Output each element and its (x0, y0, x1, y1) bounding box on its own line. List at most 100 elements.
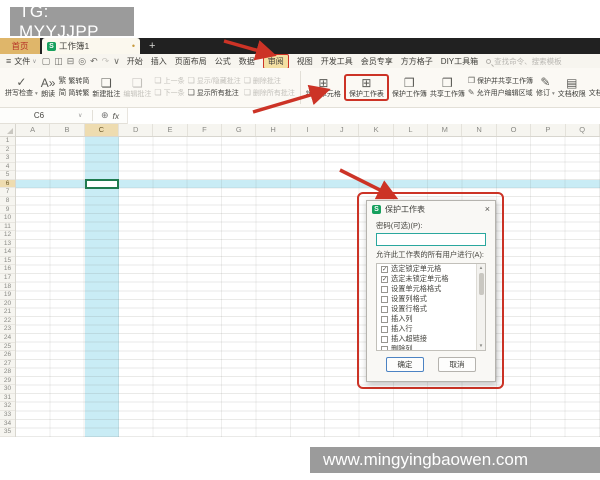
selected-cell-c6[interactable] (85, 179, 119, 189)
row-header-24[interactable]: 24 (0, 334, 15, 343)
简转繁-button[interactable]: 简简转繁 (58, 89, 89, 97)
修订-button[interactable]: ✎修订 ▾ (536, 76, 555, 98)
row-header-8[interactable]: 8 (0, 197, 15, 206)
row-header-35[interactable]: 35 (0, 428, 15, 437)
menu-item-公式[interactable]: 公式 (215, 56, 231, 67)
permission-option[interactable]: 插入行 (377, 324, 485, 334)
row-header-27[interactable]: 27 (0, 360, 15, 369)
password-input[interactable] (376, 233, 486, 246)
row-header-21[interactable]: 21 (0, 308, 15, 317)
checkbox-icon[interactable] (381, 286, 388, 293)
删除所有批注-button[interactable]: ❏删除所有批注 (244, 89, 295, 97)
row-header-29[interactable]: 29 (0, 377, 15, 386)
new-tab-button[interactable]: + (149, 40, 155, 54)
row-header-19[interactable]: 19 (0, 291, 15, 300)
保护并共享工作簿-button[interactable]: ❒保护并共享工作簿 (468, 77, 533, 85)
column-header-D[interactable]: D (119, 124, 153, 136)
row-header-17[interactable]: 17 (0, 274, 15, 283)
ok-button[interactable]: 确定 (386, 357, 424, 372)
column-header-E[interactable]: E (153, 124, 187, 136)
row-header-28[interactable]: 28 (0, 368, 15, 377)
menu-item-数据[interactable]: 数据 (239, 56, 255, 67)
column-header-A[interactable]: A (16, 124, 50, 136)
row-header-3[interactable]: 3 (0, 154, 15, 163)
checkbox-icon[interactable] (381, 306, 388, 313)
print-icon[interactable]: ⊟ (67, 56, 75, 67)
menu-item-视图[interactable]: 视图 (297, 56, 313, 67)
row-header-32[interactable]: 32 (0, 402, 15, 411)
row-header-7[interactable]: 7 (0, 188, 15, 197)
文档定稿-button[interactable]: ☑文档定稿 ▾ (589, 76, 600, 98)
column-header-N[interactable]: N (462, 124, 496, 136)
row-header-22[interactable]: 22 (0, 317, 15, 326)
menu-item-DIY工具箱[interactable]: DIY工具箱 (441, 56, 478, 67)
permission-option[interactable]: 设置行格式 (377, 304, 485, 314)
row-header-20[interactable]: 20 (0, 300, 15, 309)
scroll-down-icon[interactable]: ▼ (477, 342, 485, 350)
menu-item-审阅[interactable]: 审阅 (263, 54, 289, 69)
column-header-I[interactable]: I (291, 124, 325, 136)
新建批注-button[interactable]: ❏新建批注 (92, 77, 120, 98)
permission-option[interactable]: 设置列格式 (377, 294, 485, 304)
permissions-listbox[interactable]: ✓选定锁定单元格✓选定未锁定单元格设置单元格格式设置列格式设置行格式插入列插入行… (376, 263, 486, 351)
checkbox-icon[interactable] (381, 336, 388, 343)
row-header-33[interactable]: 33 (0, 411, 15, 420)
column-header-P[interactable]: P (531, 124, 565, 136)
checkbox-icon[interactable] (381, 346, 388, 352)
scrollbar-thumb[interactable] (479, 273, 484, 295)
保护工作簿-button[interactable]: ❒保护工作簿 (392, 77, 427, 98)
column-header-K[interactable]: K (359, 124, 393, 136)
row-header-11[interactable]: 11 (0, 223, 15, 232)
permission-option[interactable]: 设置单元格格式 (377, 284, 485, 294)
文档权限-button[interactable]: ▤文档权限 (558, 77, 586, 98)
checkbox-checked-icon[interactable]: ✓ (381, 266, 388, 273)
home-tab[interactable]: 首页 (0, 38, 40, 54)
dialog-title-bar[interactable]: S 保护工作表 × (367, 201, 495, 217)
显示所有批注-button[interactable]: ❏显示所有批注 (188, 89, 241, 97)
column-header-Q[interactable]: Q (566, 124, 600, 136)
name-box-caret-icon[interactable]: ∨ (78, 112, 92, 119)
row-header-31[interactable]: 31 (0, 394, 15, 403)
编辑批注-button[interactable]: ❏编辑批注 (123, 77, 151, 98)
row-header-30[interactable]: 30 (0, 385, 15, 394)
row-header-1[interactable]: 1 (0, 137, 15, 146)
permission-option[interactable]: 插入列 (377, 314, 485, 324)
close-icon[interactable]: × (485, 205, 490, 214)
拼写检查-button[interactable]: ✓拼写检查 ▾ (5, 76, 38, 98)
row-header-15[interactable]: 15 (0, 257, 15, 266)
row-header-9[interactable]: 9 (0, 206, 15, 215)
output-icon[interactable]: ◫ (54, 56, 63, 67)
menu-item-方方格子[interactable]: 方方格子 (401, 56, 433, 67)
print-preview-icon[interactable]: ◎ (78, 56, 86, 67)
column-header-M[interactable]: M (428, 124, 462, 136)
row-header-4[interactable]: 4 (0, 163, 15, 172)
save-icon[interactable]: ▢ (42, 56, 51, 67)
redo-icon[interactable]: ↷ (102, 56, 110, 67)
checkbox-icon[interactable] (381, 296, 388, 303)
permission-option[interactable]: 插入超链接 (377, 334, 485, 344)
column-header-H[interactable]: H (256, 124, 290, 136)
column-header-B[interactable]: B (50, 124, 84, 136)
insert-function-icon[interactable]: ⊕ (101, 110, 109, 121)
more-commands-icon[interactable]: ∨ (113, 56, 120, 67)
permission-option[interactable]: 删除列 (377, 344, 485, 351)
column-header-L[interactable]: L (394, 124, 428, 136)
menu-item-开发工具[interactable]: 开发工具 (321, 56, 353, 67)
permission-option[interactable]: ✓选定未锁定单元格 (377, 274, 485, 284)
spreadsheet-grid[interactable] (16, 137, 600, 437)
下一条-button[interactable]: ❏下一条 (154, 89, 184, 97)
select-all-corner[interactable] (0, 124, 16, 136)
row-header-26[interactable]: 26 (0, 351, 15, 360)
workbook-tab[interactable]: S 工作簿1 • (42, 38, 140, 54)
row-header-18[interactable]: 18 (0, 283, 15, 292)
锁定单元格-button[interactable]: ⊞锁定单元格 (306, 77, 341, 98)
row-header-10[interactable]: 10 (0, 214, 15, 223)
undo-icon[interactable]: ↶ (90, 56, 98, 67)
row-header-2[interactable]: 2 (0, 146, 15, 155)
允许用户编辑区域-button[interactable]: ✎允许用户编辑区域 (468, 89, 533, 97)
scroll-up-icon[interactable]: ▲ (477, 264, 485, 272)
上一条-button[interactable]: ❏上一条 (154, 77, 184, 85)
删除批注-button[interactable]: ❏删除批注 (244, 77, 295, 85)
保护工作表-button[interactable]: ⊞保护工作表 (344, 74, 389, 101)
column-header-F[interactable]: F (188, 124, 222, 136)
